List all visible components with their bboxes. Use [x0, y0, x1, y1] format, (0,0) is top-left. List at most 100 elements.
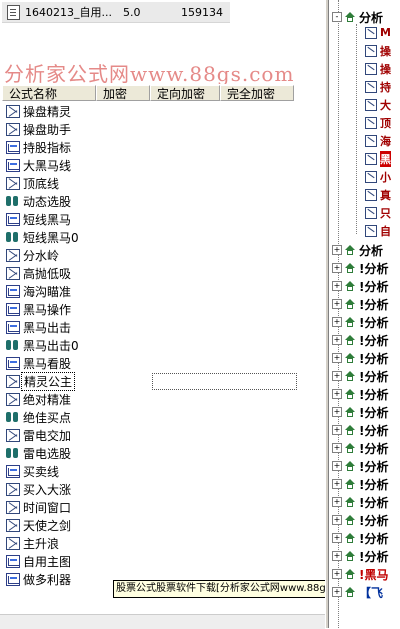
tree-node[interactable]: + !分析 [332, 493, 388, 511]
tree-sub-item[interactable]: 持 [365, 78, 391, 95]
tree-node[interactable]: + 【飞 [332, 583, 383, 601]
expand-icon[interactable]: + [332, 497, 342, 507]
formula-row[interactable]: 绝对精准 [2, 390, 322, 408]
formula-row[interactable]: 主升浪 [2, 534, 322, 552]
expand-icon[interactable]: + [332, 263, 342, 273]
formula-icon [365, 170, 377, 183]
formula-row[interactable]: 高抛低吸 [2, 264, 322, 282]
formula-row[interactable]: 黑马操作 [2, 300, 322, 318]
tree-sub-item[interactable]: 自 [365, 222, 391, 239]
expand-icon[interactable]: + [332, 371, 342, 381]
collapse-icon[interactable]: - [332, 12, 342, 22]
expand-icon[interactable]: + [332, 479, 342, 489]
tree-sub-item[interactable]: 真 [365, 186, 391, 203]
formula-name: 黑马看股 [23, 356, 72, 371]
tree-sub-item[interactable]: 海 [365, 132, 391, 149]
expand-icon[interactable]: + [332, 299, 342, 309]
formula-name: 大黑马线 [23, 158, 72, 173]
column-header-full-encrypt[interactable]: 完全加密 [220, 85, 294, 101]
tree-node[interactable]: + !黑马 [332, 565, 388, 583]
tree-node[interactable]: + !分析 [332, 277, 388, 295]
formula-row[interactable]: 黑马看股 [2, 354, 322, 372]
formula-row[interactable]: 雷电选股 [2, 444, 322, 462]
expand-icon[interactable]: + [332, 425, 342, 435]
expand-icon[interactable]: + [332, 245, 342, 255]
expand-icon[interactable]: + [332, 353, 342, 363]
tree-node[interactable]: + !分析 [332, 511, 388, 529]
tree-sub-item[interactable]: 操 [365, 60, 391, 77]
tree-sub-item[interactable]: 操 [365, 42, 391, 59]
export-file-row[interactable]: 1640213_自用... 5.0 159134 [2, 2, 230, 23]
tree-node[interactable]: + !分析 [332, 529, 388, 547]
expand-icon[interactable]: + [332, 317, 342, 327]
tree-sub-item[interactable]: 顶 [365, 114, 391, 131]
tree-node[interactable]: + !分析 [332, 421, 388, 439]
expand-icon[interactable]: + [332, 443, 342, 453]
tree-node[interactable]: + !分析 [332, 313, 388, 331]
expand-icon[interactable]: + [332, 569, 342, 579]
tree-node-label: !分析 [359, 351, 389, 366]
formula-row[interactable]: 短线黑马 [2, 210, 322, 228]
tree-node[interactable]: + !分析 [332, 349, 388, 367]
tree-sub-item[interactable]: 大 [365, 96, 391, 113]
formula-row[interactable]: 黑马出击0 [2, 336, 322, 354]
expand-icon[interactable]: + [332, 587, 342, 597]
expand-icon[interactable]: + [332, 515, 342, 525]
tree-node[interactable]: + !分析 [332, 403, 388, 421]
formula-row[interactable]: 动态选股 [2, 192, 322, 210]
tree-node[interactable]: + !分析 [332, 547, 388, 565]
column-header-encrypt[interactable]: 加密 [96, 85, 150, 101]
expand-icon[interactable]: + [332, 389, 342, 399]
formula-row[interactable]: 顶底线 [2, 174, 322, 192]
formula-icon [365, 62, 377, 75]
expand-icon[interactable]: + [332, 461, 342, 471]
formula-row[interactable]: 短线黑马0 [2, 228, 322, 246]
expand-icon[interactable]: + [332, 551, 342, 561]
column-header-directed-encrypt[interactable]: 定向加密 [150, 85, 220, 101]
formula-row[interactable]: 操盘精灵 [2, 102, 322, 120]
formula-row[interactable]: 买入大涨 [2, 480, 322, 498]
formula-row[interactable]: 雷电交加 [2, 426, 322, 444]
formula-row[interactable]: 操盘助手 [2, 120, 322, 138]
formula-row[interactable]: 持股指标 [2, 138, 322, 156]
tree-sub-item[interactable]: 黑 [365, 150, 391, 167]
expand-icon[interactable]: + [332, 407, 342, 417]
expand-icon[interactable]: + [332, 281, 342, 291]
tree-sub-item-label: 顶 [380, 116, 391, 130]
tree-sub-item[interactable]: 只 [365, 204, 391, 221]
tree-node[interactable]: + !分析 [332, 331, 388, 349]
formula-icon [6, 248, 20, 262]
tree-node[interactable]: + !分析 [332, 367, 388, 385]
formula-row[interactable]: 海沟瞄准 [2, 282, 322, 300]
folder-house-icon [345, 371, 355, 381]
tree-sub-item[interactable]: 小 [365, 168, 391, 185]
file-number: 159134 [181, 5, 223, 19]
tree-node[interactable]: + 分析 [332, 241, 383, 259]
formula-row[interactable]: 大黑马线 [2, 156, 322, 174]
formula-row[interactable]: 精灵公主 [2, 371, 322, 391]
formula-row[interactable]: 买卖线 [2, 462, 322, 480]
formula-row[interactable]: 天使之剑 [2, 516, 322, 534]
expand-icon[interactable]: + [332, 533, 342, 543]
tree-node[interactable]: + !分析 [332, 385, 388, 403]
expand-icon[interactable]: + [332, 335, 342, 345]
tree-node[interactable]: + !分析 [332, 295, 388, 313]
formula-row[interactable]: 分水岭 [2, 246, 322, 264]
tree-node[interactable]: + !分析 [332, 475, 388, 493]
formula-row[interactable]: 绝佳买点 [2, 408, 322, 426]
tree-node[interactable]: + !分析 [332, 259, 388, 277]
tree-sub-item-label: 只 [380, 206, 391, 220]
formula-name: 绝对精准 [23, 392, 72, 407]
tree-node-label: !分析 [359, 261, 389, 276]
formula-row[interactable]: 时间窗口 [2, 498, 322, 516]
tree-node-label: !分析 [359, 333, 389, 348]
column-header-name[interactable]: 公式名称 [2, 85, 96, 101]
tree-sub-item[interactable]: M [365, 24, 391, 41]
tree-node[interactable]: + !分析 [332, 457, 388, 475]
formula-icon [6, 176, 20, 190]
formula-row[interactable]: 自用主图 [2, 552, 322, 570]
formula-row[interactable]: 黑马出击 [2, 318, 322, 336]
tree-sub-item-label: 持 [380, 80, 391, 94]
tree-node[interactable]: + !分析 [332, 439, 388, 457]
horizontal-scrollbar[interactable] [0, 614, 325, 629]
